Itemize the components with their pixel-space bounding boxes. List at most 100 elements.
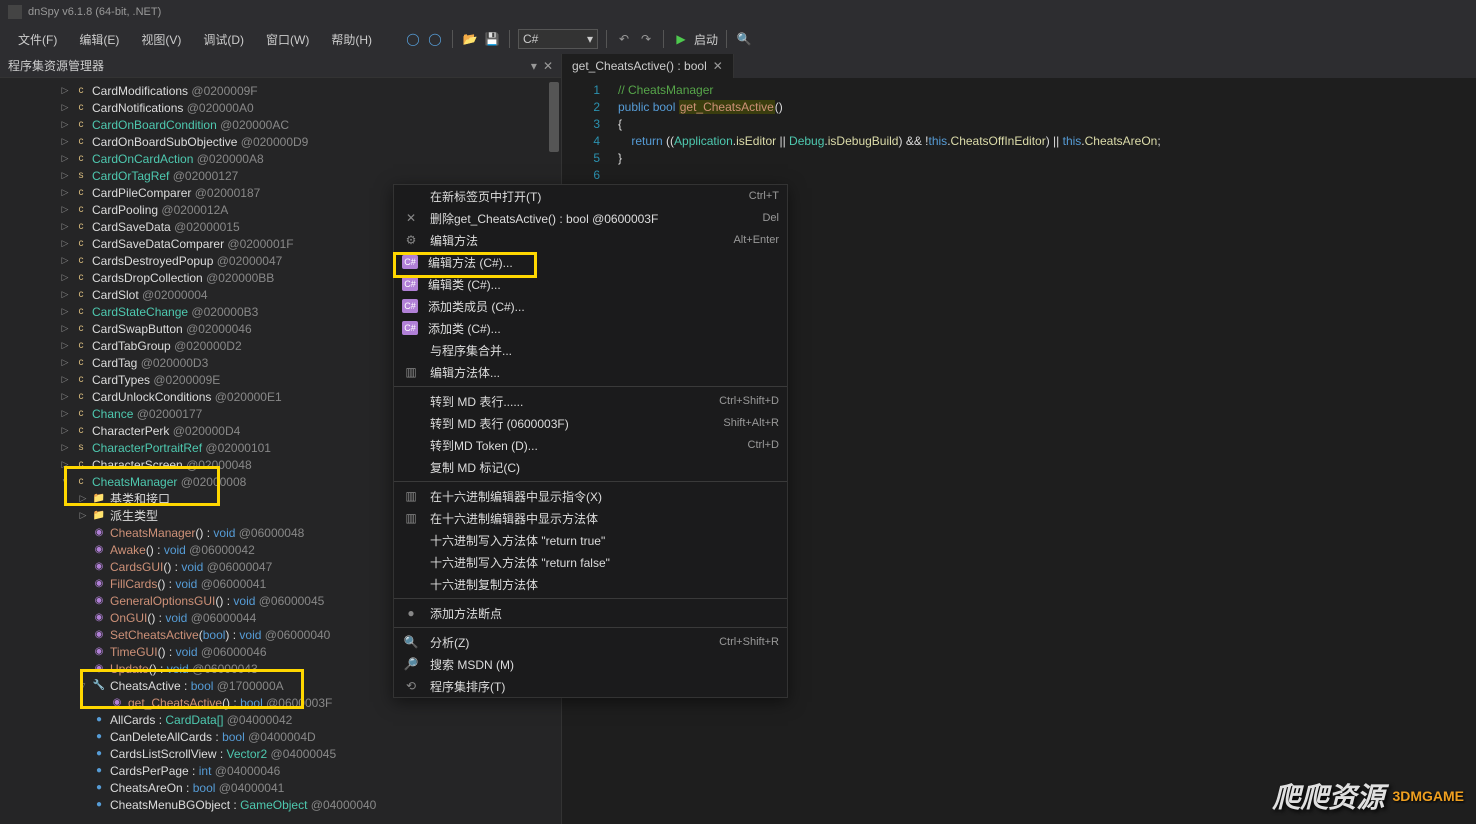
panel-close-icon[interactable]: ✕ (543, 59, 553, 73)
node-icon: c (74, 152, 88, 166)
node-icon: c (74, 118, 88, 132)
tree-node[interactable]: ▷cCardNotifications @020000A0 (0, 99, 561, 116)
tree-node[interactable]: ●CheatsAreOn : bool @04000041 (0, 779, 561, 796)
language-combo[interactable]: C#▾ (518, 29, 598, 49)
expand-icon[interactable]: ▷ (60, 459, 70, 470)
menu-bar: 文件(F) 编辑(E) 视图(V) 调试(D) 窗口(W) 帮助(H) ◯ ◯ … (0, 24, 1476, 54)
context-menu-item[interactable]: 复制 MD 标记(C) (394, 456, 787, 478)
context-menu-item[interactable]: C#编辑方法 (C#)... (394, 251, 787, 273)
expand-icon[interactable]: ▷ (60, 102, 70, 113)
context-menu-item[interactable]: 转到 MD 表行......Ctrl+Shift+D (394, 390, 787, 412)
type: Debug (789, 134, 824, 148)
context-menu-item[interactable]: 转到MD Token (D)...Ctrl+D (394, 434, 787, 456)
tree-node[interactable]: ●CanDeleteAllCards : bool @0400004D (0, 728, 561, 745)
tree-node[interactable]: ▷cCardOnBoardSubObjective @020000D9 (0, 133, 561, 150)
expand-icon[interactable]: ▷ (60, 238, 70, 249)
expand-icon[interactable]: ▷ (60, 357, 70, 368)
expand-icon[interactable]: ▷ (60, 204, 70, 215)
context-menu-item[interactable]: ▥在十六进制编辑器中显示方法体 (394, 507, 787, 529)
context-menu-item[interactable]: 十六进制写入方法体 "return true" (394, 529, 787, 551)
expand-icon[interactable]: ▷ (60, 306, 70, 317)
context-menu-item[interactable]: C#编辑类 (C#)... (394, 273, 787, 295)
nav-fwd-icon[interactable]: ◯ (426, 30, 444, 48)
expand-icon[interactable]: ▷ (60, 408, 70, 419)
expand-icon[interactable]: ▷ (60, 119, 70, 130)
expand-icon[interactable]: ▷ (60, 85, 70, 96)
context-menu-item[interactable]: ⚙编辑方法Alt+Enter (394, 229, 787, 251)
context-menu-item[interactable]: ●添加方法断点 (394, 602, 787, 624)
tree-node[interactable]: ●CheatsMenuBGObject : GameObject @040000… (0, 796, 561, 813)
expand-icon[interactable]: ▷ (60, 340, 70, 351)
expand-icon[interactable]: ▷ (78, 510, 88, 521)
menu-view[interactable]: 视图(V) (131, 27, 191, 52)
tab-close-icon[interactable]: ✕ (713, 59, 723, 73)
context-menu-item[interactable]: 🔍分析(Z)Ctrl+Shift+R (394, 631, 787, 653)
scrollbar-thumb[interactable] (549, 82, 559, 152)
tree-node[interactable]: ●CardsListScrollView : Vector2 @04000045 (0, 745, 561, 762)
expand-icon[interactable]: ▷ (60, 221, 70, 232)
expand-icon[interactable]: ▿ (78, 680, 88, 691)
context-menu-item[interactable]: ▥编辑方法体... (394, 361, 787, 383)
menu-separator (394, 481, 787, 482)
open-icon[interactable]: 📂 (461, 30, 479, 48)
context-menu-item[interactable]: 在新标签页中打开(T)Ctrl+T (394, 185, 787, 207)
node-icon: 🔧 (92, 679, 106, 693)
tree-node[interactable]: ▷cCardOnCardAction @020000A8 (0, 150, 561, 167)
expand-icon[interactable]: ▷ (60, 187, 70, 198)
menu-debug[interactable]: 调试(D) (193, 27, 254, 52)
expand-icon[interactable]: ▷ (60, 442, 70, 453)
tree-node[interactable]: ▷cCardOnBoardCondition @020000AC (0, 116, 561, 133)
context-menu-item[interactable]: 转到 MD 表行 (0600003F)Shift+Alt+R (394, 412, 787, 434)
search-icon[interactable]: 🔍 (735, 30, 753, 48)
context-menu[interactable]: 在新标签页中打开(T)Ctrl+T✕删除get_CheatsActive() :… (393, 184, 788, 698)
start-label[interactable]: 启动 (694, 31, 718, 48)
expand-icon[interactable]: ▷ (60, 425, 70, 436)
node-icon: c (74, 373, 88, 387)
expand-icon[interactable]: ▷ (60, 374, 70, 385)
node-icon: s (74, 169, 88, 183)
expand-icon[interactable]: ▷ (78, 493, 88, 504)
menu-item-icon: 🔎 (402, 657, 420, 671)
tab-active[interactable]: get_CheatsActive() : bool ✕ (562, 54, 734, 78)
undo-icon[interactable]: ↶ (615, 30, 633, 48)
menu-edit[interactable]: 编辑(E) (69, 27, 129, 52)
menu-window[interactable]: 窗口(W) (256, 27, 319, 52)
context-menu-item[interactable]: C#添加类 (C#)... (394, 317, 787, 339)
tree-node[interactable]: ▷sCardOrTagRef @02000127 (0, 167, 561, 184)
menu-help[interactable]: 帮助(H) (321, 27, 382, 52)
context-menu-item[interactable]: 与程序集合并... (394, 339, 787, 361)
tree-node[interactable]: ●AllCards : CardData[] @04000042 (0, 711, 561, 728)
menu-file[interactable]: 文件(F) (8, 27, 67, 52)
save-icon[interactable]: 💾 (483, 30, 501, 48)
expand-icon[interactable]: ▷ (60, 153, 70, 164)
context-menu-item[interactable]: 十六进制复制方法体 (394, 573, 787, 595)
expand-icon[interactable]: ▷ (60, 272, 70, 283)
context-menu-item[interactable]: C#添加类成员 (C#)... (394, 295, 787, 317)
menu-item-icon: C# (402, 277, 418, 291)
menu-item-label: 转到 MD 表行 (0600003F) (430, 415, 713, 432)
context-menu-item[interactable]: 十六进制写入方法体 "return false" (394, 551, 787, 573)
node-icon: c (74, 305, 88, 319)
expand-icon[interactable]: ▷ (60, 323, 70, 334)
start-icon[interactable]: ▶ (672, 30, 690, 48)
context-menu-item[interactable]: ✕删除get_CheatsActive() : bool @0600003FDe… (394, 207, 787, 229)
panel-dropdown-icon[interactable]: ▾ (531, 59, 537, 73)
node-icon: ● (92, 798, 106, 812)
expand-icon[interactable]: ▷ (60, 391, 70, 402)
menu-item-icon: ✕ (402, 211, 420, 225)
expand-icon[interactable]: ▷ (60, 255, 70, 266)
menu-item-icon: C# (402, 255, 418, 269)
context-menu-item[interactable]: 🔎搜索 MSDN (M) (394, 653, 787, 675)
nav-back-icon[interactable]: ◯ (404, 30, 422, 48)
redo-icon[interactable]: ↷ (637, 30, 655, 48)
expand-icon[interactable]: ▷ (60, 289, 70, 300)
expand-icon[interactable]: ▿ (60, 476, 70, 487)
expand-icon[interactable]: ▷ (60, 170, 70, 181)
expand-icon[interactable]: ▷ (60, 136, 70, 147)
tree-node[interactable]: ▷cCardModifications @0200009F (0, 82, 561, 99)
context-menu-item[interactable]: ▥在十六进制编辑器中显示指令(X) (394, 485, 787, 507)
panel-header: 程序集资源管理器 ▾ ✕ (0, 54, 561, 78)
context-menu-item[interactable]: ⟲程序集排序(T) (394, 675, 787, 697)
tree-node[interactable]: ●CardsPerPage : int @04000046 (0, 762, 561, 779)
node-icon: ◉ (110, 696, 124, 710)
